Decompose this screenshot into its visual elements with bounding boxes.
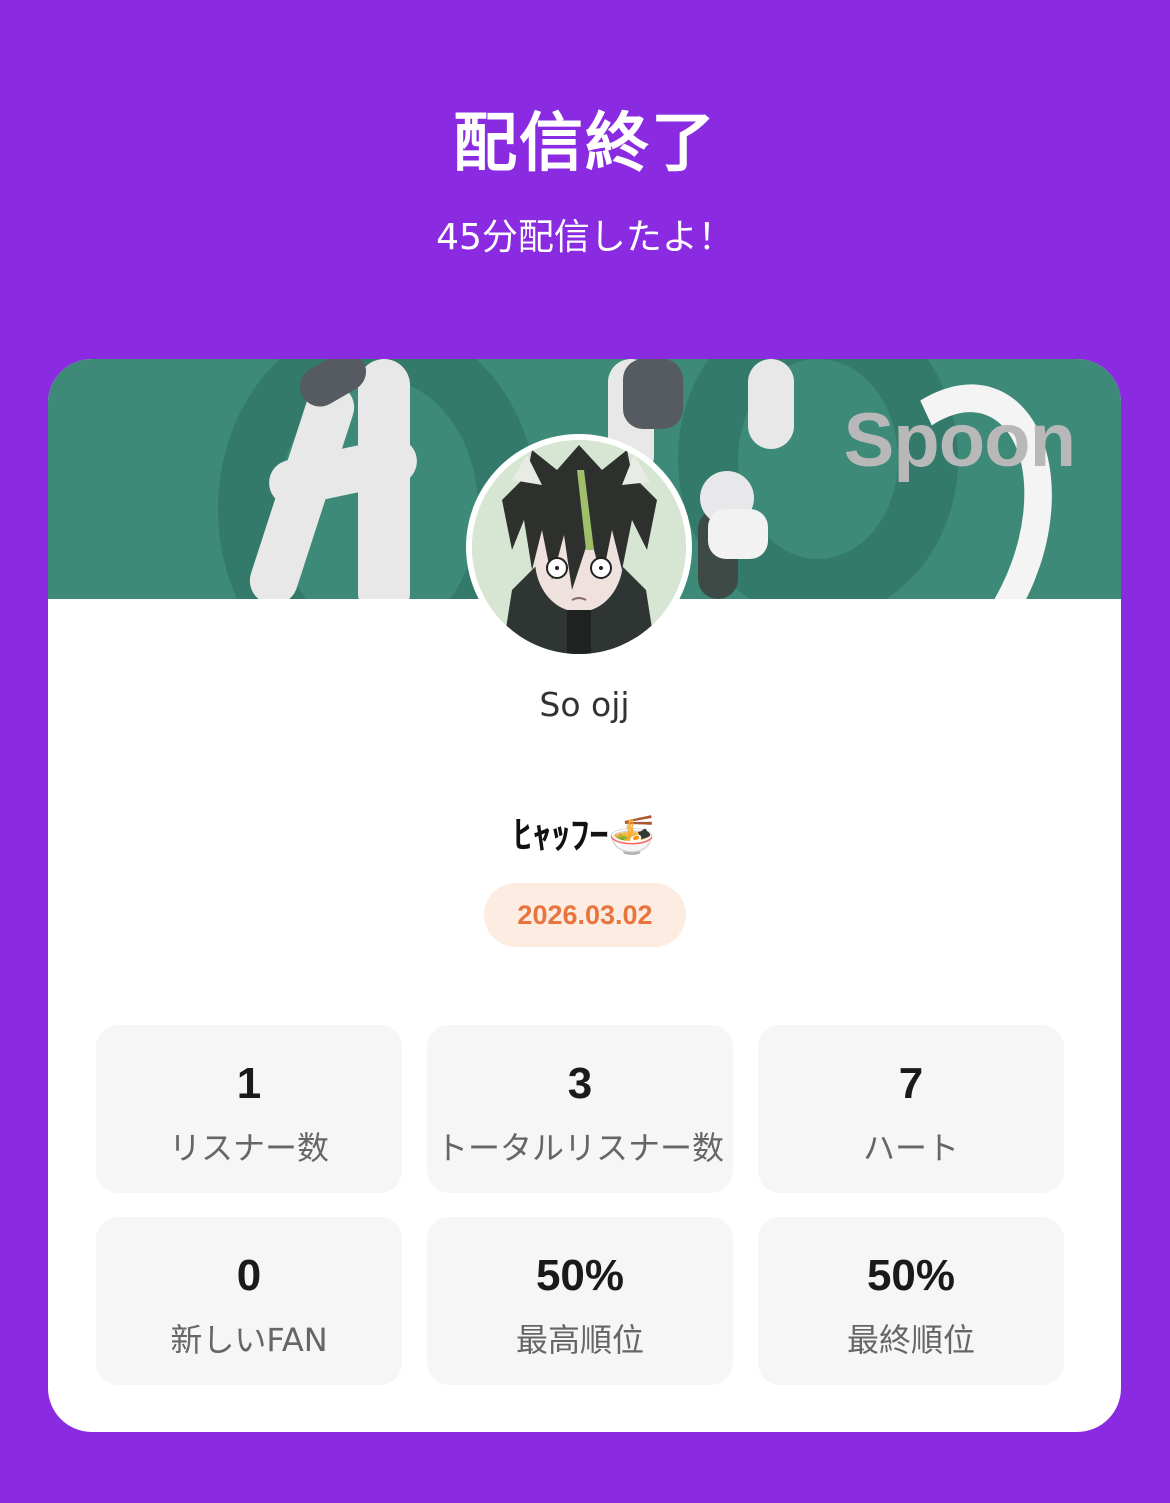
stat-value: 7 [898,1059,924,1108]
page-title: 配信終了 [453,107,717,181]
avatar-image [472,440,686,654]
stat-value: 3 [567,1059,593,1108]
stat-label: 新しいFAN [170,1321,328,1359]
stat-value: 1 [236,1059,262,1108]
stat-value: 0 [236,1251,262,1300]
stat-label: ハート [862,1129,959,1167]
stat-label: トータルリスナー数 [435,1129,724,1167]
broadcast-summary-card: Spoon So ojj ﾋｬｯﾌｰ🍜 2026.03.02 1 リスナー数 3… [48,359,1121,1432]
stat-listeners: 1 リスナー数 [96,1025,402,1193]
stat-highest-rank: 50% 最高順位 [427,1217,733,1385]
stat-new-fans: 0 新しいFAN [96,1217,402,1385]
stat-label: 最高順位 [515,1321,644,1359]
stat-hearts: 7 ハート [758,1025,1064,1193]
avatar[interactable] [466,434,692,660]
stat-label: 最終順位 [846,1321,975,1359]
stat-value: 50% [535,1251,625,1300]
stat-label: リスナー数 [168,1129,329,1167]
broadcast-title: ﾋｬｯﾌｰ🍜 [513,813,656,857]
stat-total-listeners: 3 トータルリスナー数 [427,1025,733,1193]
page-subtitle: 45分配信したよ！ [436,217,734,258]
username: So ojj [539,685,630,724]
date-badge: 2026.03.02 [484,883,686,947]
stat-final-rank: 50% 最終順位 [758,1217,1064,1385]
spoon-logo: Spoon [843,398,1076,483]
stat-value: 50% [866,1251,956,1300]
